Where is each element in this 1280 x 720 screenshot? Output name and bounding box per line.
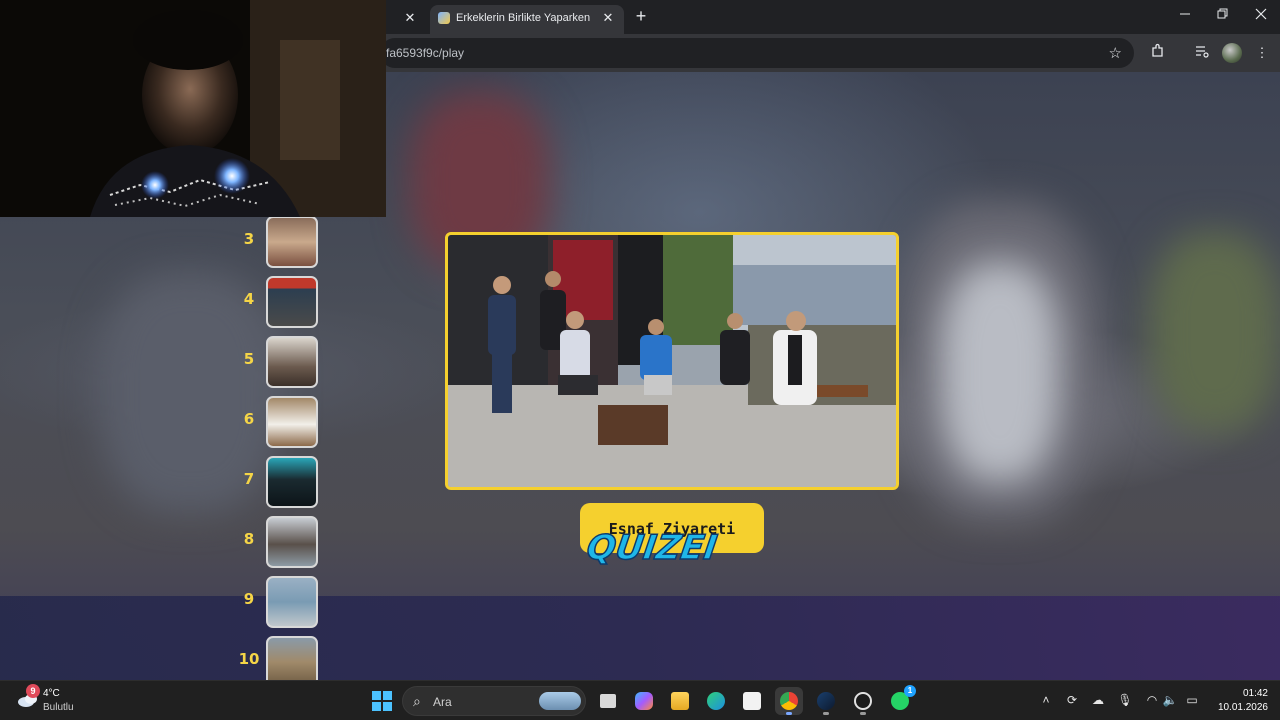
rank-thumbnail — [266, 216, 318, 268]
webcam-overlay — [0, 0, 386, 217]
tab-title: Erkeklerin Birlikte Yaparken En K — [456, 12, 594, 24]
close-window-button[interactable] — [1242, 0, 1280, 32]
search-icon: ⌕ — [413, 693, 421, 709]
windows-start-icon[interactable] — [372, 691, 392, 711]
minimize-button[interactable] — [1166, 0, 1204, 32]
menu-kebab-icon[interactable]: ⋮ — [1252, 43, 1272, 63]
file-explorer-button[interactable] — [666, 687, 694, 715]
volume-icon[interactable]: 🔈 — [1162, 693, 1178, 707]
sync-icon[interactable]: ⟳ — [1064, 693, 1080, 707]
rank-item[interactable]: 3 — [232, 216, 332, 268]
store-icon — [743, 692, 761, 710]
search-placeholder: Ara — [433, 695, 452, 709]
profile-avatar[interactable] — [1222, 43, 1242, 63]
rank-thumbnail — [266, 336, 318, 388]
rank-number: 6 — [243, 410, 255, 428]
task-view-button[interactable] — [594, 687, 622, 715]
chrome-button[interactable] — [775, 687, 803, 715]
taskbar-search[interactable]: ⌕ Ara — [402, 686, 586, 716]
rank-number: 8 — [243, 530, 255, 548]
edge-icon — [707, 692, 725, 710]
rank-number: 4 — [243, 290, 255, 308]
obs-button[interactable] — [849, 687, 877, 715]
rank-item[interactable]: 8 — [232, 516, 332, 568]
copilot-icon — [635, 692, 653, 710]
tab-favicon-icon — [438, 12, 450, 24]
new-tab-button[interactable]: + — [632, 6, 650, 26]
rank-thumbnail — [266, 276, 318, 328]
rank-item[interactable]: 7 — [232, 456, 332, 508]
steam-icon — [817, 692, 835, 710]
media-control-icon[interactable] — [1192, 43, 1212, 63]
restore-button[interactable] — [1204, 0, 1242, 32]
url-text: fa6593f9c/play — [386, 46, 465, 60]
playlist-icon — [1196, 46, 1209, 58]
microphone-icon[interactable]: 🎙 — [1117, 693, 1133, 707]
quiz-logo: QUIZEI — [583, 527, 720, 569]
extensions-icon[interactable] — [1148, 43, 1168, 63]
running-indicator — [823, 712, 829, 715]
folder-icon — [671, 692, 689, 710]
tab-close-icon[interactable]: ✕ — [600, 10, 616, 26]
tab-active[interactable]: Erkeklerin Birlikte Yaparken En K ✕ — [430, 5, 624, 34]
obs-icon — [854, 692, 872, 710]
rank-item[interactable]: 9 — [232, 576, 332, 628]
rank-item[interactable]: 5 — [232, 336, 332, 388]
steam-button[interactable] — [812, 687, 840, 715]
tab-close-icon[interactable]: ✕ — [402, 10, 418, 26]
weather-desc: Bulutlu — [43, 702, 74, 713]
rank-thumbnail — [266, 396, 318, 448]
rank-thumbnail — [266, 636, 318, 680]
taskbar: 9 4°C Bulutlu ⌕ Ara 1 ˄ ⟳ ☁ 🎙 ◠ 🔈 ▭ 01:4… — [0, 680, 1280, 720]
rank-item[interactable]: 4 — [232, 276, 332, 328]
edge-button[interactable] — [702, 687, 730, 715]
running-indicator — [860, 712, 866, 715]
onedrive-icon[interactable]: ☁ — [1090, 693, 1106, 707]
copilot-button[interactable] — [630, 687, 658, 715]
rank-number: 5 — [243, 350, 255, 368]
webcam-video-image — [0, 0, 386, 217]
background-blur — [940, 262, 1060, 482]
rank-number: 7 — [243, 470, 255, 488]
bottom-gradient-band — [0, 596, 1280, 680]
search-highlight-image — [539, 692, 581, 710]
rank-item[interactable]: 10 — [232, 636, 332, 680]
clock-date[interactable]: 10.01.2026 — [1212, 702, 1268, 713]
group-photo-image — [448, 235, 896, 487]
task-view-icon — [600, 694, 616, 708]
restore-icon — [1217, 8, 1228, 19]
puzzle-icon — [1152, 43, 1163, 57]
minimize-icon — [1180, 13, 1190, 15]
rank-item[interactable]: 6 — [232, 396, 332, 448]
rank-thumbnail — [266, 576, 318, 628]
whatsapp-button[interactable]: 1 — [886, 685, 916, 715]
wifi-icon[interactable]: ◠ — [1144, 693, 1160, 707]
rank-number: 3 — [243, 230, 255, 248]
quiz-photo — [445, 232, 899, 490]
chevron-up-icon[interactable]: ˄ — [1038, 693, 1054, 707]
rank-number: 9 — [243, 590, 255, 608]
address-bar[interactable]: fa6593f9c/play ☆ — [380, 38, 1134, 68]
battery-icon[interactable]: ▭ — [1184, 693, 1200, 707]
close-icon — [1255, 8, 1267, 20]
weather-temp: 4°C — [43, 688, 60, 699]
rank-thumbnail — [266, 456, 318, 508]
active-indicator — [786, 712, 792, 715]
weather-badge: 9 — [26, 684, 40, 698]
clock-time[interactable]: 01:42 — [1224, 688, 1268, 699]
store-button[interactable] — [738, 687, 766, 715]
rank-number: 10 — [238, 650, 260, 668]
chrome-icon — [780, 692, 798, 710]
bookmark-star-icon[interactable]: ☆ — [1109, 44, 1122, 62]
rank-thumbnail — [266, 516, 318, 568]
whatsapp-badge: 1 — [904, 685, 916, 697]
background-blur — [1150, 232, 1280, 432]
